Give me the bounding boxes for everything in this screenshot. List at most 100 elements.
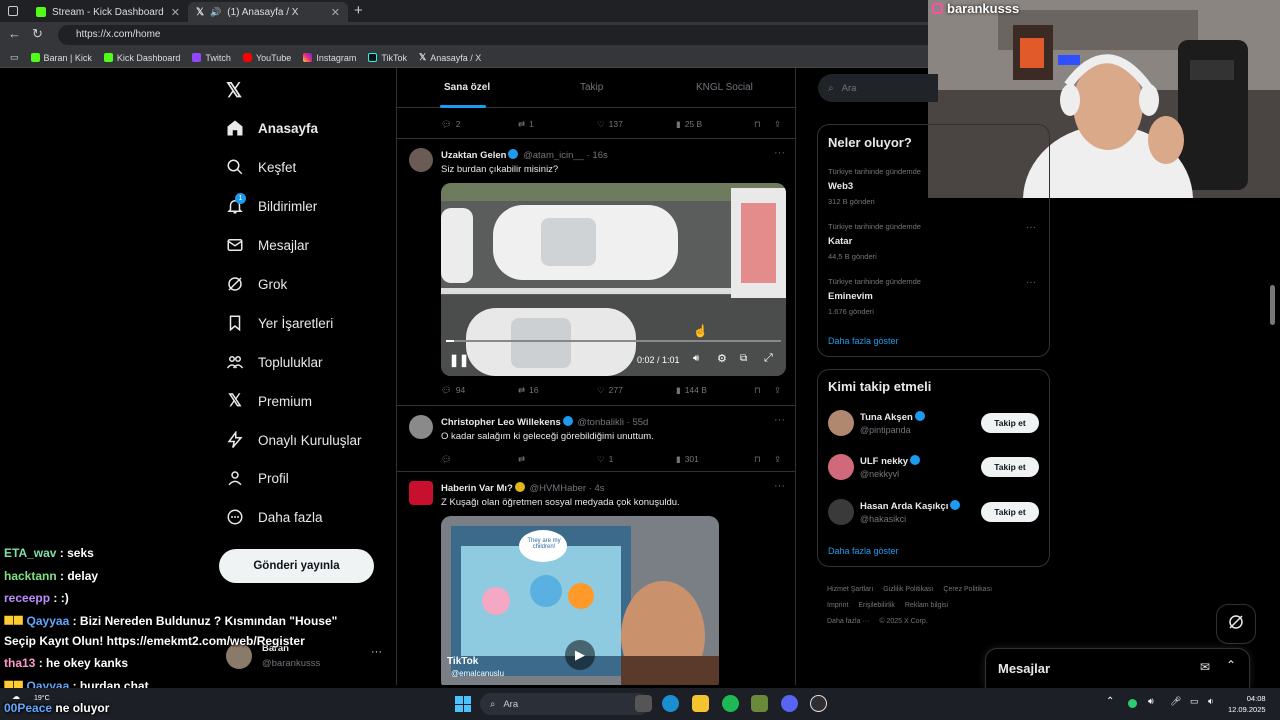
sidebar-item-grok[interactable]: Grok bbox=[226, 275, 287, 293]
bookmark-x-home[interactable]: 𝕏 Anasayfa / X bbox=[419, 52, 481, 63]
picture-in-picture-icon[interactable]: ⧉ bbox=[740, 353, 747, 364]
follow-suggestion[interactable]: Hasan Arda Kaşıkçı @hakasikci Takip et bbox=[818, 498, 1049, 528]
more-icon[interactable]: ··· bbox=[1026, 222, 1036, 233]
tweet-author[interactable]: Uzaktan Gelen @atam_icin__ · 16s bbox=[441, 149, 608, 161]
repost-button[interactable]: ⇄ 1 bbox=[518, 119, 534, 130]
follow-button[interactable]: Takip et bbox=[981, 457, 1039, 477]
bookmark-button[interactable]: ⊓ bbox=[754, 385, 761, 396]
more-icon[interactable]: ··· bbox=[1026, 277, 1036, 288]
tweet-video[interactable]: They are my children! ▶ TikTok @emalcanu… bbox=[441, 516, 719, 685]
tweet[interactable]: Haberin Var Mı? @HVMHaber · 4s ··· Z Kuş… bbox=[397, 473, 795, 685]
bookmark-button[interactable]: ⊓ bbox=[754, 454, 761, 465]
trend-item[interactable]: Türkiye tarihinde gündemde Web3 312 B gö… bbox=[818, 167, 1049, 211]
sidebar-item-more[interactable]: Daha fazla bbox=[226, 508, 323, 526]
volume-icon[interactable]: 🔉︎ bbox=[1208, 696, 1214, 707]
messages-drawer[interactable]: Mesajlar ✉ ⌃ bbox=[985, 648, 1250, 688]
share-button[interactable]: ⇪ bbox=[774, 385, 781, 396]
footer-link[interactable]: Erişilebilirlik bbox=[858, 602, 895, 609]
bookmark-kick-dashboard[interactable]: Kick Dashboard bbox=[103, 53, 180, 63]
microphone-icon[interactable]: 🎤︎ bbox=[1170, 696, 1181, 707]
expand-icon[interactable]: ⌃ bbox=[1226, 658, 1236, 672]
sidebar-item-premium[interactable]: 𝕏 Premium bbox=[226, 391, 312, 410]
tab-kngl-social[interactable]: KNGL Social bbox=[696, 82, 753, 93]
footer-link[interactable]: Hizmet Şartları bbox=[827, 586, 873, 593]
more-icon[interactable]: ··· bbox=[774, 480, 785, 492]
trend-item[interactable]: Türkiye tarihinde gündemde Eminevim 1.67… bbox=[818, 277, 1049, 321]
views-button[interactable]: ▮ 301 bbox=[676, 454, 699, 465]
sidebar-item-messages[interactable]: Mesajlar bbox=[226, 236, 309, 254]
follow-button[interactable]: Takip et bbox=[981, 413, 1039, 433]
bookmark-twitch[interactable]: Twitch bbox=[192, 53, 231, 63]
tab-following[interactable]: Takip bbox=[580, 82, 603, 93]
sidebar-item-communities[interactable]: Topluluklar bbox=[226, 353, 323, 371]
sidebar-item-home[interactable]: Anasayfa bbox=[226, 119, 318, 137]
tweet-author[interactable]: Christopher Leo Willekens @tonbalikli · … bbox=[441, 416, 648, 428]
volume-icon[interactable]: 🔊︎ bbox=[693, 353, 699, 364]
footer-link[interactable]: Daha fazla ··· bbox=[827, 618, 869, 625]
obs-icon[interactable] bbox=[810, 695, 827, 712]
tweet[interactable]: Uzaktan Gelen @atam_icin__ · 16s ··· Siz… bbox=[397, 140, 795, 406]
fullscreen-icon[interactable]: ⤢ bbox=[764, 352, 773, 365]
play-button[interactable]: ▶ bbox=[565, 640, 595, 670]
tab-overview-icon[interactable] bbox=[8, 6, 18, 16]
new-tab-icon[interactable]: + bbox=[354, 2, 363, 19]
more-icon[interactable]: ··· bbox=[774, 147, 785, 159]
tweet-partial[interactable]: 💬︎ 2 ⇄ 1 ♡ 137 ▮ 25 B ⊓ ⇪ bbox=[397, 109, 795, 139]
repost-button[interactable]: ⇄ 16 bbox=[518, 385, 539, 396]
follow-suggestion[interactable]: Tuna Akşen @pintipanda Takip et bbox=[818, 409, 1049, 439]
discord-icon[interactable] bbox=[781, 695, 798, 712]
bookmarks-menu-icon[interactable]: ▭ bbox=[10, 52, 19, 63]
sidebar-item-verified-orgs[interactable]: Onaylı Kuruluşlar bbox=[226, 431, 362, 449]
page-scrollbar[interactable] bbox=[1270, 285, 1275, 325]
tweet[interactable]: Christopher Leo Willekens @tonbalikli · … bbox=[397, 407, 795, 472]
app-icon[interactable] bbox=[751, 695, 768, 712]
pause-button[interactable]: ❚❚ bbox=[449, 353, 469, 367]
tweet-author[interactable]: Haberin Var Mı? @HVMHaber · 4s bbox=[441, 482, 605, 494]
reload-icon[interactable]: ↻ bbox=[32, 26, 43, 42]
views-button[interactable]: ▮ 144 B bbox=[676, 385, 707, 396]
views-button[interactable]: ▮ 25 B bbox=[676, 119, 702, 130]
taskbar-search[interactable]: ⌕ Ara bbox=[480, 693, 650, 715]
tray-chevron-icon[interactable]: ⌃ bbox=[1106, 696, 1114, 707]
reply-button[interactable]: 💬︎ bbox=[441, 454, 452, 465]
like-button[interactable]: ♡ 1 bbox=[597, 454, 613, 465]
bookmark-baran-kick[interactable]: Baran | Kick bbox=[30, 53, 92, 63]
sidebar-item-explore[interactable]: Keşfet bbox=[226, 158, 296, 176]
tab-kick-dashboard[interactable]: Stream - Kick Dashboard ✕ bbox=[28, 2, 188, 22]
edge-icon[interactable] bbox=[662, 695, 679, 712]
file-explorer-icon[interactable] bbox=[692, 695, 709, 712]
sidebar-item-bookmarks[interactable]: Yer İşaretleri bbox=[226, 314, 333, 332]
close-icon[interactable]: ✕ bbox=[171, 6, 180, 19]
bookmark-youtube[interactable]: YouTube bbox=[242, 53, 291, 63]
network-icon[interactable]: ▭ bbox=[1190, 696, 1199, 707]
speaker-icon[interactable]: 🔊︎ bbox=[1148, 696, 1154, 707]
sidebar-item-notifications[interactable]: 1 Bildirimler bbox=[226, 193, 317, 215]
reply-button[interactable]: 💬︎ 94 bbox=[441, 385, 465, 396]
x-logo-icon[interactable]: 𝕏 bbox=[226, 78, 242, 103]
status-icon[interactable] bbox=[1128, 699, 1137, 708]
footer-link[interactable]: Imprint bbox=[827, 602, 848, 609]
sidebar-item-profile[interactable]: Profil bbox=[226, 469, 289, 487]
grok-button[interactable] bbox=[1216, 604, 1256, 644]
like-button[interactable]: ♡ 277 bbox=[597, 385, 623, 396]
bookmark-button[interactable]: ⊓ bbox=[754, 119, 761, 130]
repost-button[interactable]: ⇄ bbox=[518, 454, 525, 465]
bookmark-tiktok[interactable]: TikTok bbox=[368, 53, 407, 63]
more-icon[interactable]: ··· bbox=[371, 646, 382, 658]
weather-icon[interactable]: ☁ bbox=[12, 692, 20, 701]
reply-button[interactable]: 💬︎ 2 bbox=[441, 119, 461, 130]
speaker-icon[interactable]: 🔊 bbox=[210, 7, 221, 18]
tweet-video[interactable]: ❚❚ 0:02 / 1:01 🔊︎ ⚙ ⧉ ⤢ bbox=[441, 183, 786, 376]
show-more-link[interactable]: Daha fazla göster bbox=[828, 546, 899, 556]
footer-link[interactable]: Çerez Politikası bbox=[943, 586, 992, 593]
url-input[interactable]: https://x.com/home bbox=[58, 25, 938, 45]
footer-link[interactable]: Reklam bilgisi bbox=[905, 602, 948, 609]
search-input[interactable]: ⌕ Ara bbox=[818, 74, 938, 102]
share-button[interactable]: ⇪ bbox=[774, 119, 781, 130]
back-icon[interactable]: ← bbox=[8, 26, 21, 41]
new-message-icon[interactable]: ✉ bbox=[1200, 660, 1210, 674]
task-view-icon[interactable] bbox=[635, 695, 652, 712]
follow-button[interactable]: Takip et bbox=[981, 502, 1039, 522]
show-more-link[interactable]: Daha fazla göster bbox=[828, 336, 899, 346]
settings-icon[interactable]: ⚙ bbox=[717, 352, 727, 365]
